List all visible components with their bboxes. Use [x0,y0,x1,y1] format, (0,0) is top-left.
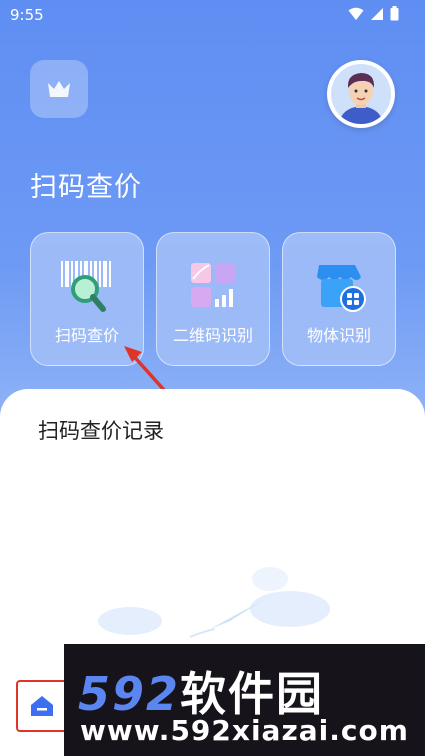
object-recognize-card[interactable]: 物体识别 [282,232,396,366]
vip-crown-button[interactable] [30,60,88,118]
barcode-magnifier-icon [61,261,111,312]
user-avatar[interactable] [327,60,395,128]
app-screen: 9:55 扫码查价 扫码查价 二维码识别 物体识别 扫码查价记录 592软件园 … [0,0,425,756]
status-bar: 9:55 [0,0,425,30]
wifi-icon [348,7,364,20]
shop-scan-icon [317,265,366,312]
home-icon [31,696,53,716]
signal-icon [371,7,383,20]
card-label: 物体识别 [306,326,371,345]
watermark-brand-text: 软件园 [180,667,325,721]
home-tab[interactable] [16,680,68,732]
site-watermark: 592软件园 www.592xiazai.com [64,644,425,756]
status-icons [348,6,399,21]
battery-icon [390,6,399,21]
crown-icon [48,81,70,97]
records-title: 扫码查价记录 [38,419,164,443]
qr-tiles-icon [191,263,235,307]
watermark-url: www.592xiazai.com [80,714,409,747]
empty-state-clouds-illustration [98,567,330,638]
page-title: 扫码查价 [30,172,142,203]
status-time: 9:55 [10,6,44,24]
watermark-brand-number: 592 [78,667,181,721]
avatar-icon [331,64,391,124]
